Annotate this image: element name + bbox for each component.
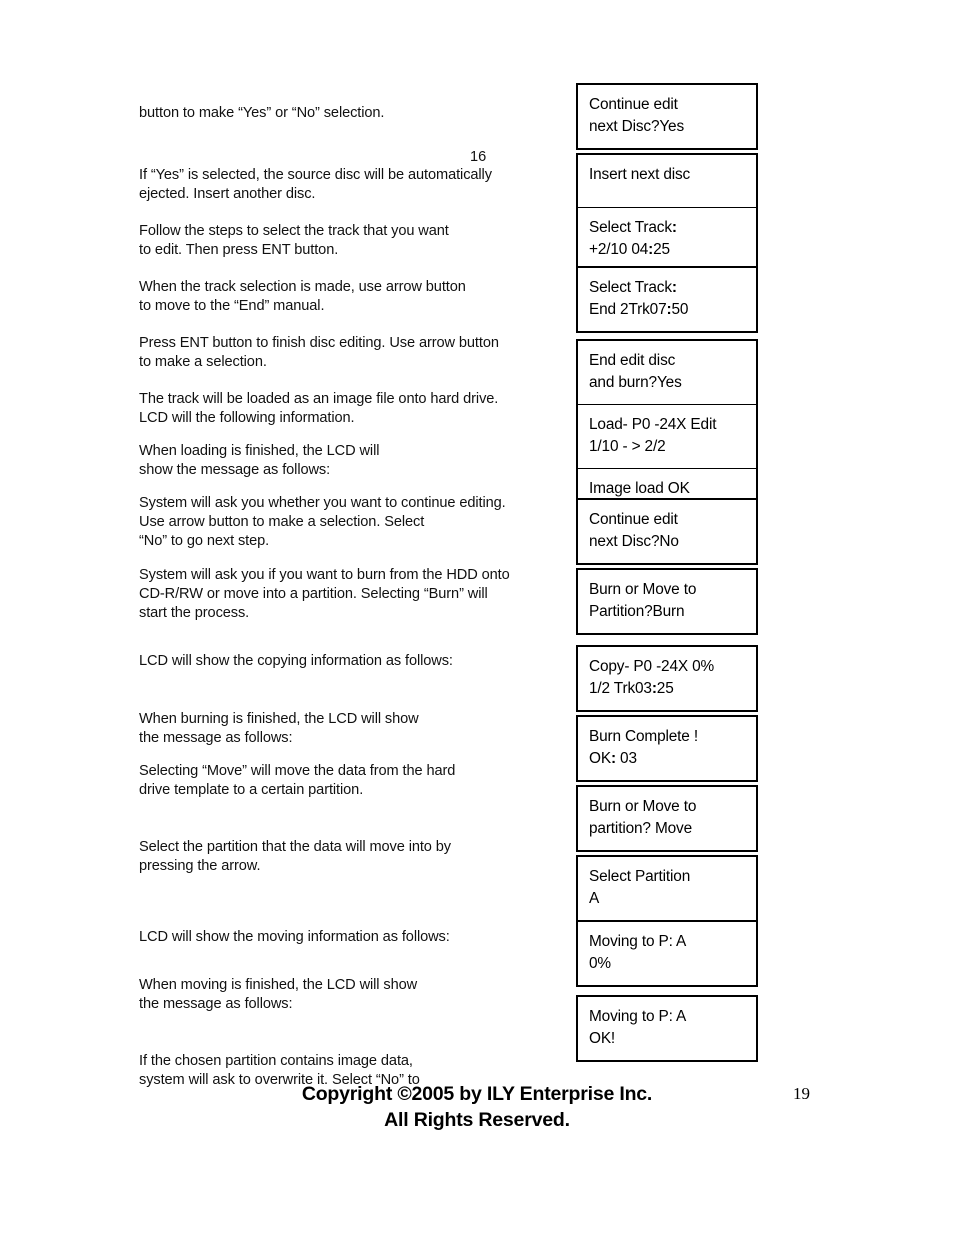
instruction-paragraph: LCD will show the moving information as …: [139, 929, 450, 945]
lcd-box: Burn Complete ! OK: 03: [578, 717, 756, 780]
lcd-box: Load- P0 -24X Edit 1/10 - > 2/2: [578, 405, 756, 469]
lcd-line: Copy- P0 -24X 0%: [589, 658, 715, 675]
copyright-line-2: All Rights Reserved.: [384, 1109, 570, 1131]
lcd-line: next Disc?No: [589, 533, 679, 550]
lcd-line: Burn or Move to: [589, 798, 697, 815]
instruction-paragraph: System will ask you if you want to burn …: [139, 567, 510, 622]
lcd-line: Partition?Burn: [589, 603, 685, 620]
lcd-box: Insert next disc: [578, 155, 756, 208]
lcd-line: Select Track:: [589, 219, 677, 236]
instruction-paragraph: When loading is finished, the LCD will s…: [139, 443, 380, 479]
lcd-line: OK: 03: [589, 750, 637, 767]
instruction-paragraph: If “Yes” is selected, the source disc wi…: [139, 167, 492, 203]
lcd-line: next Disc?Yes: [589, 118, 685, 135]
lcd-line: partition? Move: [589, 820, 692, 837]
lcd-box-group: End edit disc and burn?Yes Load- P0 -24X E…: [576, 339, 758, 523]
instruction-paragraph: When burning is finished, the LCD will s…: [139, 711, 419, 747]
lcd-line: and burn?Yes: [589, 374, 682, 391]
lcd-box-group: Burn Complete ! OK: 03: [576, 715, 758, 782]
lcd-box: Moving to P: A OK!: [578, 997, 756, 1060]
lcd-line: Moving to P: A: [589, 1008, 687, 1025]
lcd-box-group: Moving to P: A OK!: [576, 995, 758, 1062]
lcd-line: 0%: [589, 955, 611, 972]
lcd-line: +2/10 04:25: [589, 241, 670, 258]
copyright-line-1: Copyright ©2005 by ILY Enterprise Inc.: [301, 1083, 653, 1105]
lcd-box: Moving to P: A 0%: [578, 922, 756, 985]
lcd-line: Burn Complete !: [589, 728, 698, 745]
lcd-line: A: [589, 890, 600, 907]
lcd-box: Burn or Move to Partition?Burn: [578, 570, 756, 633]
instruction-paragraph: Press ENT button to finish disc editing.…: [139, 335, 499, 371]
instruction-paragraph: LCD will show the copying information as…: [139, 653, 453, 669]
lcd-line: 1/10 - > 2/2: [589, 438, 666, 455]
side-note-number: 16: [470, 149, 487, 165]
lcd-line: End 2Trk07:50: [589, 301, 689, 318]
lcd-line: End edit disc: [589, 352, 676, 369]
lcd-box: Continue edit next Disc?No: [578, 500, 756, 563]
lcd-box-group: Copy- P0 -24X 0% 1/2 Trk03:25: [576, 645, 758, 712]
lcd-message-column: Continue edit next Disc?Yes Insert next di…: [576, 83, 758, 1083]
lcd-box: Continue edit next Disc?Yes: [578, 85, 756, 148]
lcd-box-group: Select Track: End 2Trk07:50: [576, 266, 758, 333]
lcd-box: Select Track: +2/10 04:25: [578, 208, 756, 271]
lcd-line: Load- P0 -24X Edit: [589, 416, 717, 433]
instruction-column: button to make “Yes” or “No” selection. I…: [139, 104, 554, 1104]
lcd-line: Moving to P: A: [589, 933, 687, 950]
lcd-box-group: Continue edit next Disc?Yes: [576, 83, 758, 150]
lcd-box: Select Partition A: [578, 857, 756, 920]
lcd-line: Continue edit: [589, 96, 678, 113]
lcd-box-group: Burn or Move to Partition?Burn: [576, 568, 758, 635]
lcd-line: OK!: [589, 1030, 616, 1047]
lcd-box: End edit disc and burn?Yes: [578, 341, 756, 405]
page-number: 19: [793, 1084, 810, 1103]
lcd-box-group: Moving to P: A 0%: [576, 920, 758, 987]
lcd-line: Insert next disc: [589, 166, 691, 183]
lcd-box: Burn or Move to partition? Move: [578, 787, 756, 850]
instruction-paragraph: When the track selection is made, use ar…: [139, 279, 466, 315]
instruction-paragraph: System will ask you whether you want to …: [139, 495, 506, 550]
lcd-box-group: Continue edit next Disc?No: [576, 498, 758, 565]
lcd-box-group: Insert next disc Select Track: +2/10 04:25: [576, 153, 758, 273]
instruction-paragraph: The track will be loaded as an image fil…: [139, 391, 499, 427]
lcd-line: Select Partition: [589, 868, 691, 885]
instruction-paragraph: When moving is finished, the LCD will sh…: [139, 977, 418, 1013]
instruction-paragraph: Select the partition that the data will …: [139, 839, 451, 875]
lcd-box: Select Track: End 2Trk07:50: [578, 268, 756, 331]
lcd-line: Image load OK: [589, 480, 690, 497]
page-footer: Copyright ©2005 by ILY Enterprise Inc. A…: [0, 1081, 954, 1133]
lcd-box-group: Select Partition A: [576, 855, 758, 922]
lcd-box: Copy- P0 -24X 0% 1/2 Trk03:25: [578, 647, 756, 710]
instruction-paragraph: Selecting “Move” will move the data from…: [139, 763, 456, 799]
lcd-line: 1/2 Trk03:25: [589, 680, 674, 697]
instruction-paragraph: button to make “Yes” or “No” selection.: [139, 105, 385, 121]
lcd-box-group: Burn or Move to partition? Move: [576, 785, 758, 852]
manual-page: button to make “Yes” or “No” selection. I…: [0, 0, 954, 1235]
instruction-paragraph: Follow the steps to select the track tha…: [139, 223, 449, 259]
lcd-line: Burn or Move to: [589, 581, 697, 598]
lcd-line: Continue edit: [589, 511, 678, 528]
lcd-line: Select Track:: [589, 279, 677, 296]
